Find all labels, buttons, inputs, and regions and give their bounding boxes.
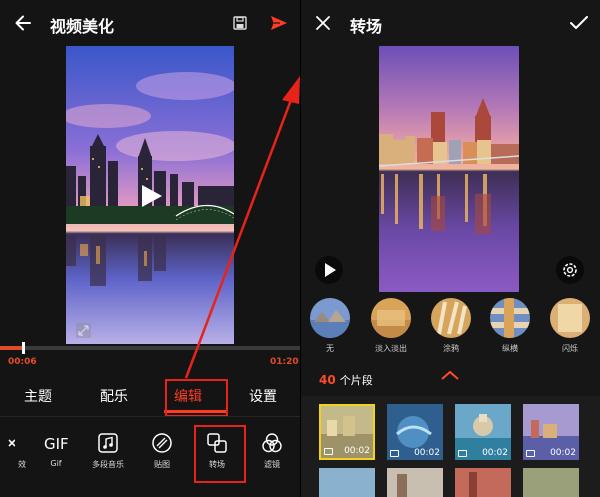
tab-music[interactable]: 配乐 <box>96 378 132 416</box>
clip-item[interactable]: 00:02 <box>319 404 375 460</box>
transition-graffiti[interactable]: 涂鸦 <box>429 298 473 354</box>
tool-sticker[interactable]: 贴图 <box>134 432 190 470</box>
seek-progress <box>0 346 23 350</box>
left-top-bar: 视频美化 <box>0 0 300 46</box>
fullscreen-icon[interactable] <box>75 322 92 339</box>
gif-icon: GIF <box>44 435 69 453</box>
clip-item[interactable]: 00:02 <box>455 404 511 460</box>
transition-thumb <box>371 298 411 338</box>
confirm-check-icon[interactable] <box>568 12 590 34</box>
transition-flash[interactable]: 闪烁 <box>548 298 592 354</box>
music-icon <box>98 433 118 453</box>
sticker-icon <box>152 433 172 453</box>
transition-preview[interactable] <box>379 46 519 292</box>
preview-play-button[interactable] <box>315 256 343 284</box>
play-icon[interactable] <box>138 183 164 209</box>
tool-gif[interactable]: GIF Gif <box>28 432 84 468</box>
transition-thumb <box>431 298 471 338</box>
clip-item[interactable]: 00:02 <box>387 404 443 460</box>
edit-tab-highlight-box <box>165 379 228 417</box>
chevron-up-icon[interactable] <box>441 370 459 380</box>
clip-item[interactable]: 00:02 <box>523 404 579 460</box>
current-time: 00:06 <box>8 357 37 367</box>
page-title: 转场 <box>350 17 383 36</box>
transition-none[interactable]: 无 <box>308 298 352 354</box>
video-camera-icon <box>526 450 535 457</box>
tab-theme[interactable]: 主题 <box>20 378 56 416</box>
clip-item[interactable] <box>455 468 511 497</box>
transition-cross[interactable]: 纵横 <box>488 298 532 354</box>
tools-divider <box>0 416 300 417</box>
playback-seek-bar[interactable] <box>0 342 300 354</box>
save-draft-icon[interactable] <box>230 13 250 33</box>
transition-fade[interactable]: 淡入淡出 <box>369 298 413 354</box>
video-camera-icon <box>458 450 467 457</box>
svg-text:GIF: GIF <box>44 435 69 453</box>
effects-icon <box>8 439 15 447</box>
clip-item[interactable] <box>319 468 375 497</box>
gear-icon <box>563 263 577 277</box>
tool-filter[interactable]: 滤镜 <box>244 432 300 470</box>
back-arrow-icon[interactable] <box>12 12 34 34</box>
video-beautify-screen: 视频美化 00:06 01:20 主题 配乐 编辑 设置 效 GIF Gif 多… <box>0 0 300 497</box>
transition-thumb <box>550 298 590 338</box>
total-time: 01:20 <box>270 357 299 367</box>
video-camera-icon <box>324 448 333 455</box>
transition-thumb <box>490 298 530 338</box>
seek-handle[interactable] <box>21 342 25 354</box>
play-icon <box>325 263 336 277</box>
filter-icon <box>262 433 282 453</box>
tool-multi-music[interactable]: 多段音乐 <box>80 432 136 470</box>
transition-thumb <box>310 298 350 338</box>
transition-options: 无 淡入淡出 涂鸦 纵横 闪烁 <box>301 298 600 362</box>
harbor-town-image <box>379 46 519 292</box>
transition-tool-highlight-box <box>194 425 246 483</box>
tab-settings[interactable]: 设置 <box>245 378 281 416</box>
video-camera-icon <box>390 450 399 457</box>
main-tabs: 主题 配乐 编辑 设置 <box>0 378 300 416</box>
clip-count: 40 个片段 <box>319 373 373 387</box>
close-icon[interactable] <box>313 13 333 33</box>
page-title: 视频美化 <box>50 17 115 36</box>
send-icon[interactable] <box>268 12 290 34</box>
clip-item[interactable] <box>387 468 443 497</box>
right-top-bar: 转场 <box>301 0 600 46</box>
clip-item[interactable] <box>523 468 579 497</box>
preview-settings-button[interactable] <box>556 256 584 284</box>
clip-header: 40 个片段 <box>301 366 600 396</box>
